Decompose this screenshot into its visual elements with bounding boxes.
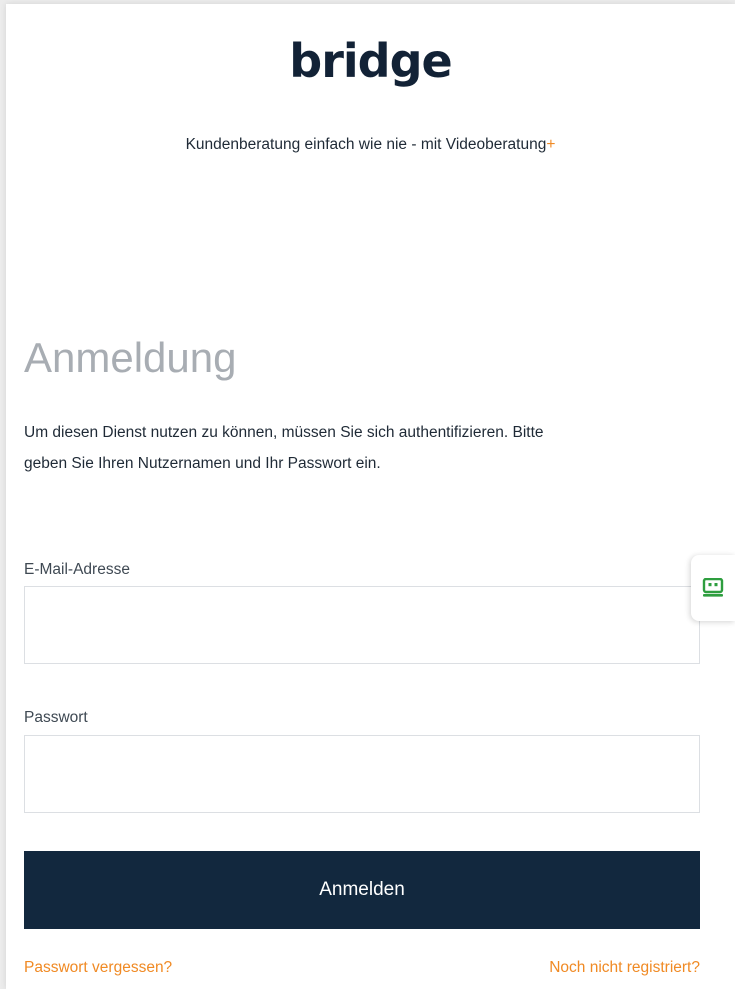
password-field[interactable] (24, 735, 700, 813)
tagline-text: Kundenberatung einfach wie nie - mit Vid… (185, 136, 547, 153)
email-label: E-Mail-Adresse (24, 561, 130, 578)
email-field[interactable] (24, 586, 700, 664)
password-label: Passwort (24, 709, 88, 726)
login-card: bridge Kundenberatung einfach wie nie - … (6, 4, 735, 989)
login-intro-text: Um diesen Dienst nutzen zu können, müsse… (24, 424, 544, 472)
tagline-plus: + (546, 136, 556, 153)
bridge-logo: bridge (289, 34, 452, 88)
register-link[interactable]: Noch nicht registriert? (549, 959, 700, 977)
forgot-password-link[interactable]: Passwort vergessen? (24, 959, 172, 977)
tagline: Kundenberatung einfach wie nie - mit Vid… (6, 136, 735, 154)
chat-widget-button[interactable] (691, 555, 735, 621)
login-button[interactable]: Anmelden (24, 851, 700, 929)
chat-bot-icon (702, 578, 724, 598)
page-title: Anmeldung (24, 334, 237, 381)
